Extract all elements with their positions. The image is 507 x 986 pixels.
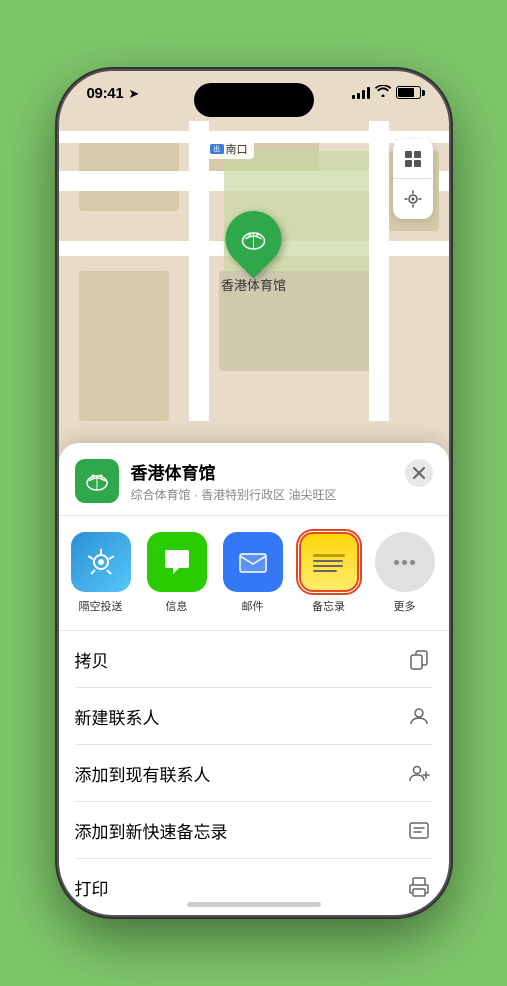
home-indicator (187, 902, 321, 907)
bottom-sheet: 香港体育馆 综合体育馆 · 香港特别行政区 油尖旺区 (59, 443, 449, 915)
copy-icon (405, 645, 433, 673)
action-print-label: 打印 (75, 875, 109, 900)
map-label: 出 南口 (204, 139, 254, 159)
location-subtitle: 综合体育馆 · 香港特别行政区 油尖旺区 (131, 486, 433, 503)
battery-icon (396, 86, 421, 99)
notes-label: 备忘录 (312, 598, 345, 614)
airdrop-icon (71, 532, 131, 592)
more-icon (375, 532, 435, 592)
venue-pin-inner (234, 220, 272, 258)
signal-bars-icon (352, 87, 370, 99)
location-button[interactable] (393, 179, 433, 219)
venue-pin (214, 199, 293, 278)
share-app-more[interactable]: 更多 (371, 532, 439, 614)
location-arrow-icon: ➤ (128, 86, 139, 102)
map-label-icon: 出 (210, 144, 224, 154)
airdrop-label: 隔空投送 (79, 598, 123, 614)
status-icons (352, 85, 421, 100)
notes-icon (299, 532, 359, 592)
mail-icon (223, 532, 283, 592)
action-add-contact[interactable]: 添加到现有联系人 (75, 745, 433, 802)
action-copy[interactable]: 拷贝 (75, 631, 433, 688)
location-name: 香港体育馆 (131, 459, 433, 484)
status-time: 09:41 (87, 85, 124, 102)
share-apps-row: 隔空投送 信息 (59, 516, 449, 631)
location-icon (75, 459, 119, 503)
mail-label: 邮件 (242, 598, 264, 614)
messages-label: 信息 (166, 598, 188, 614)
share-app-notes[interactable]: 备忘录 (295, 532, 363, 614)
location-info: 香港体育馆 综合体育馆 · 香港特别行政区 油尖旺区 (131, 459, 433, 503)
person-add-icon (405, 759, 433, 787)
action-new-contact[interactable]: 新建联系人 (75, 688, 433, 745)
print-icon (405, 873, 433, 901)
action-list: 拷贝 新建联系人 (59, 631, 449, 915)
map-label-text: 南口 (226, 141, 248, 157)
map-controls[interactable] (393, 139, 433, 219)
action-add-contact-label: 添加到现有联系人 (75, 761, 211, 786)
action-new-contact-label: 新建联系人 (75, 704, 160, 729)
action-copy-label: 拷贝 (75, 647, 109, 672)
wifi-icon (375, 85, 391, 100)
person-icon (405, 702, 433, 730)
share-app-airdrop[interactable]: 隔空投送 (67, 532, 135, 614)
action-quick-note[interactable]: 添加到新快速备忘录 (75, 802, 433, 859)
share-app-messages[interactable]: 信息 (143, 532, 211, 614)
map-type-button[interactable] (393, 139, 433, 179)
venue-marker: 香港体育馆 (221, 211, 286, 294)
notes-lines (307, 546, 351, 578)
more-label: 更多 (394, 598, 416, 614)
share-app-mail[interactable]: 邮件 (219, 532, 287, 614)
close-button[interactable] (405, 459, 433, 487)
map-area[interactable]: 出 南口 香港体育馆 (59, 71, 449, 491)
quick-note-icon (405, 816, 433, 844)
dynamic-island (194, 83, 314, 117)
phone-inner: 09:41 ➤ (59, 71, 449, 915)
action-quick-note-label: 添加到新快速备忘录 (75, 818, 228, 843)
location-header: 香港体育馆 综合体育馆 · 香港特别行政区 油尖旺区 (59, 443, 449, 516)
phone-frame: 09:41 ➤ (59, 71, 449, 915)
messages-icon (147, 532, 207, 592)
